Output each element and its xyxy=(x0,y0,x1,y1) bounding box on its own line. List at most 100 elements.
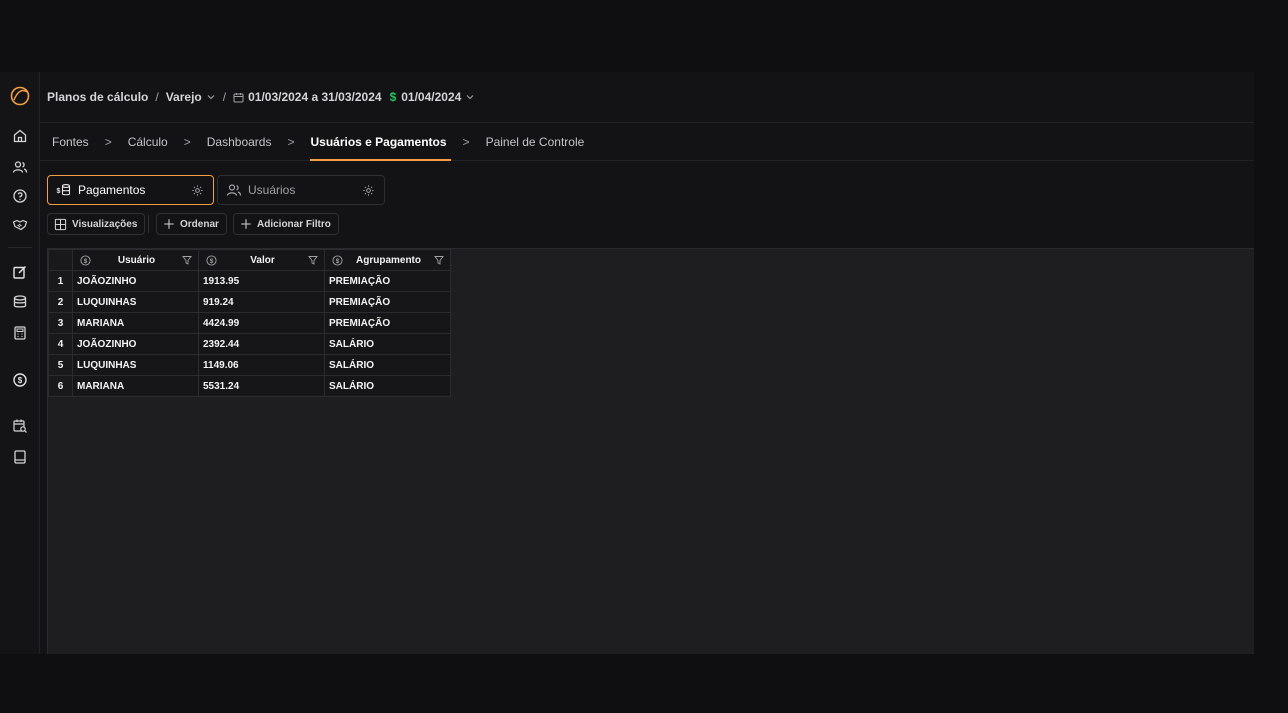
add-filter-button-label: Adicionar Filtro xyxy=(257,218,331,230)
help-icon[interactable] xyxy=(12,188,28,204)
step-calculo[interactable]: Cálculo xyxy=(128,123,168,161)
currency-symbol: $ xyxy=(389,90,397,104)
cell-usuario[interactable]: MARIANA xyxy=(72,312,199,334)
cell-agrupamento[interactable]: PREMIAÇÃO xyxy=(324,270,451,292)
cell-usuario[interactable]: JOÃOZINHO xyxy=(72,333,199,355)
views-button[interactable]: Visualizações xyxy=(47,213,146,235)
dollar-icon: $ xyxy=(332,254,343,266)
add-filter-button[interactable]: Adicionar Filtro xyxy=(233,213,339,235)
table-row[interactable]: 6 MARIANA 5531.24 SALÁRIO xyxy=(48,375,451,397)
svg-text:$: $ xyxy=(57,188,61,195)
column-header-valor[interactable]: $ Valor xyxy=(198,249,325,271)
cell-valor[interactable]: 4424.99 xyxy=(198,312,325,334)
plus-icon xyxy=(241,219,251,229)
step-painel-controle[interactable]: Painel de Controle xyxy=(486,123,585,161)
column-header-usuario[interactable]: $ Usuário xyxy=(72,249,199,271)
cell-valor[interactable]: 2392.44 xyxy=(198,333,325,355)
gear-icon[interactable] xyxy=(362,184,375,197)
main-content: Planos de cálculo / Varejo / 01/03/2024 … xyxy=(40,72,1254,654)
step-dashboards[interactable]: Dashboards xyxy=(207,123,272,161)
sidebar: $ xyxy=(0,72,40,654)
chevron-right-icon: > xyxy=(462,134,470,149)
payments-table: $ Usuário $ Valor $ Agrupamento 1 JOÃOZI… xyxy=(48,249,451,397)
table-row[interactable]: 3 MARIANA 4424.99 PREMIAÇÃO xyxy=(48,312,451,334)
dollar-icon: $ xyxy=(80,254,91,266)
cell-valor[interactable]: 1149.06 xyxy=(198,354,325,376)
step-usuarios-pagamentos[interactable]: Usuários e Pagamentos xyxy=(310,123,451,161)
breadcrumb-root[interactable]: Planos de cálculo xyxy=(47,90,148,104)
table-row[interactable]: 5 LUQUINHAS 1149.06 SALÁRIO xyxy=(48,354,451,376)
table-row[interactable]: 2 LUQUINHAS 919.24 PREMIAÇÃO xyxy=(48,291,451,313)
svg-text:$: $ xyxy=(336,257,340,264)
breadcrumb-segment[interactable]: Varejo xyxy=(166,90,202,104)
cell-valor[interactable]: 919.24 xyxy=(198,291,325,313)
table-row[interactable]: 1 JOÃOZINHO 1913.95 PREMIAÇÃO xyxy=(48,270,451,292)
book-icon[interactable] xyxy=(12,449,28,465)
cell-agrupamento[interactable]: SALÁRIO xyxy=(324,375,451,397)
database-dollar-icon: $ xyxy=(56,182,72,198)
chevron-down-icon[interactable] xyxy=(206,92,216,102)
cell-usuario[interactable]: LUQUINHAS xyxy=(72,291,199,313)
cell-usuario[interactable]: JOÃOZINHO xyxy=(72,270,199,292)
calculator-icon[interactable] xyxy=(12,325,28,341)
row-index: 5 xyxy=(48,354,73,376)
handshake-icon[interactable] xyxy=(12,217,28,233)
row-index: 4 xyxy=(48,333,73,355)
chevron-right-icon: > xyxy=(287,134,295,149)
column-label: Valor xyxy=(250,254,275,266)
table-row[interactable]: 4 JOÃOZINHO 2392.44 SALÁRIO xyxy=(48,333,451,355)
users-icon xyxy=(226,182,242,198)
sort-button[interactable]: Ordenar xyxy=(156,213,227,235)
users-icon[interactable] xyxy=(12,159,28,175)
plus-icon xyxy=(164,219,174,229)
tab-pagamentos[interactable]: $ Pagamentos xyxy=(47,175,214,205)
table-header-row: $ Usuário $ Valor $ Agrupamento xyxy=(48,249,451,271)
breadcrumb-separator: / xyxy=(222,90,227,104)
tab-usuarios-label: Usuários xyxy=(248,183,296,197)
column-header-agrupamento[interactable]: $ Agrupamento xyxy=(324,249,451,271)
row-index: 1 xyxy=(48,270,73,292)
column-label: Agrupamento xyxy=(356,254,421,266)
cell-valor[interactable]: 1913.95 xyxy=(198,270,325,292)
grid-icon xyxy=(54,218,67,230)
calendar-search-icon[interactable] xyxy=(12,418,28,434)
svg-text:$: $ xyxy=(210,257,214,264)
cell-agrupamento[interactable]: PREMIAÇÃO xyxy=(324,312,451,334)
svg-text:$: $ xyxy=(84,257,88,264)
cell-agrupamento[interactable]: SALÁRIO xyxy=(324,333,451,355)
chevron-down-icon[interactable] xyxy=(465,92,475,102)
cell-usuario[interactable]: LUQUINHAS xyxy=(72,354,199,376)
filter-icon[interactable] xyxy=(434,255,444,265)
cell-agrupamento[interactable]: PREMIAÇÃO xyxy=(324,291,451,313)
app-window: $ Planos de cálculo / Varejo / 01/03/202… xyxy=(0,72,1254,654)
calendar-icon xyxy=(233,92,244,103)
step-fontes[interactable]: Fontes xyxy=(52,123,89,161)
dollar-icon[interactable]: $ xyxy=(12,372,28,388)
breadcrumb: Planos de cálculo / Varejo / 01/03/2024 … xyxy=(40,72,1254,123)
row-index: 3 xyxy=(48,312,73,334)
column-label: Usuário xyxy=(117,254,156,266)
views-button-label: Visualizações xyxy=(72,218,138,230)
database-icon[interactable] xyxy=(12,294,28,310)
workflow-steps: Fontes > Cálculo > Dashboards > Usuários… xyxy=(40,123,1254,161)
breadcrumb-separator: / xyxy=(155,90,159,104)
tab-usuarios[interactable]: Usuários xyxy=(217,175,385,205)
filter-icon[interactable] xyxy=(308,255,318,265)
app-logo[interactable] xyxy=(10,86,30,106)
edit-icon[interactable] xyxy=(12,264,28,280)
chevron-right-icon: > xyxy=(104,134,112,149)
chevron-right-icon: > xyxy=(183,134,191,149)
home-icon[interactable] xyxy=(12,128,28,144)
filter-icon[interactable] xyxy=(182,255,192,265)
data-grid: $ Usuário $ Valor $ Agrupamento 1 JOÃOZI… xyxy=(47,248,1254,654)
tab-pagamentos-label: Pagamentos xyxy=(78,183,146,197)
cell-usuario[interactable]: MARIANA xyxy=(72,375,199,397)
date-range[interactable]: 01/03/2024 a 31/03/2024 xyxy=(248,90,381,104)
row-index: 2 xyxy=(48,291,73,313)
row-index: 6 xyxy=(48,375,73,397)
payment-date[interactable]: 01/04/2024 xyxy=(401,90,461,104)
cell-valor[interactable]: 5531.24 xyxy=(198,375,325,397)
sidebar-divider xyxy=(8,247,32,248)
cell-agrupamento[interactable]: SALÁRIO xyxy=(324,354,451,376)
gear-icon[interactable] xyxy=(191,184,204,197)
